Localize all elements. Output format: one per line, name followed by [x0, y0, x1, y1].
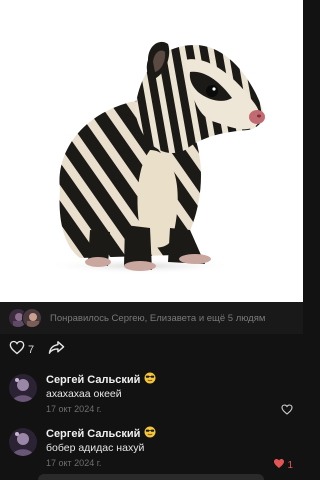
sunglasses-emoji-icon [144, 426, 156, 441]
sunglasses-emoji-icon [144, 372, 156, 387]
heart-outline-icon [281, 402, 293, 420]
comment-author-name: Сергей Сальский [46, 373, 141, 386]
comment-author[interactable]: Сергей Сальский [46, 426, 156, 441]
likes-summary-row[interactable]: Понравилось Сергею, Елизавета и ещё 5 лю… [0, 302, 303, 334]
like-button[interactable]: 7 [9, 340, 34, 360]
commenter-avatar[interactable] [9, 428, 37, 456]
liker-avatars [8, 306, 46, 330]
comment-text: ахахахаа океей [46, 388, 122, 400]
post-actions: 7 [0, 334, 303, 366]
comment-author-name: Сергей Сальский [46, 427, 141, 440]
comment-item: Сергей Сальский бобер адидас нахуй 17 ок… [0, 422, 303, 474]
comment-date: 17 окт 2024 г. [46, 458, 102, 468]
avatar [22, 308, 42, 328]
heart-filled-icon [273, 456, 285, 474]
post-view: Понравилось Сергею, Елизавета и ещё 5 лю… [0, 0, 303, 480]
post-photo[interactable] [0, 0, 303, 302]
heart-outline-icon [9, 340, 25, 360]
comment-like-button[interactable] [281, 402, 293, 420]
likes-summary-text: Понравилось Сергею, Елизавета и ещё 5 лю… [50, 312, 266, 324]
comment-like-button[interactable]: 1 [273, 456, 293, 474]
commenter-avatar[interactable] [9, 374, 37, 402]
comment-like-count: 1 [287, 459, 293, 471]
comment-item: Сергей Сальский ахахахаа океей 17 окт 20… [0, 368, 303, 420]
comment-date: 17 окт 2024 г. [46, 404, 102, 414]
comment-text: бобер адидас нахуй [46, 442, 145, 454]
like-count: 7 [28, 344, 35, 356]
share-arrow-icon [48, 340, 65, 360]
animal-illustration [45, 41, 265, 274]
comment-input-bar[interactable] [38, 474, 264, 480]
comment-author[interactable]: Сергей Сальский [46, 372, 156, 387]
share-button[interactable] [48, 340, 65, 360]
